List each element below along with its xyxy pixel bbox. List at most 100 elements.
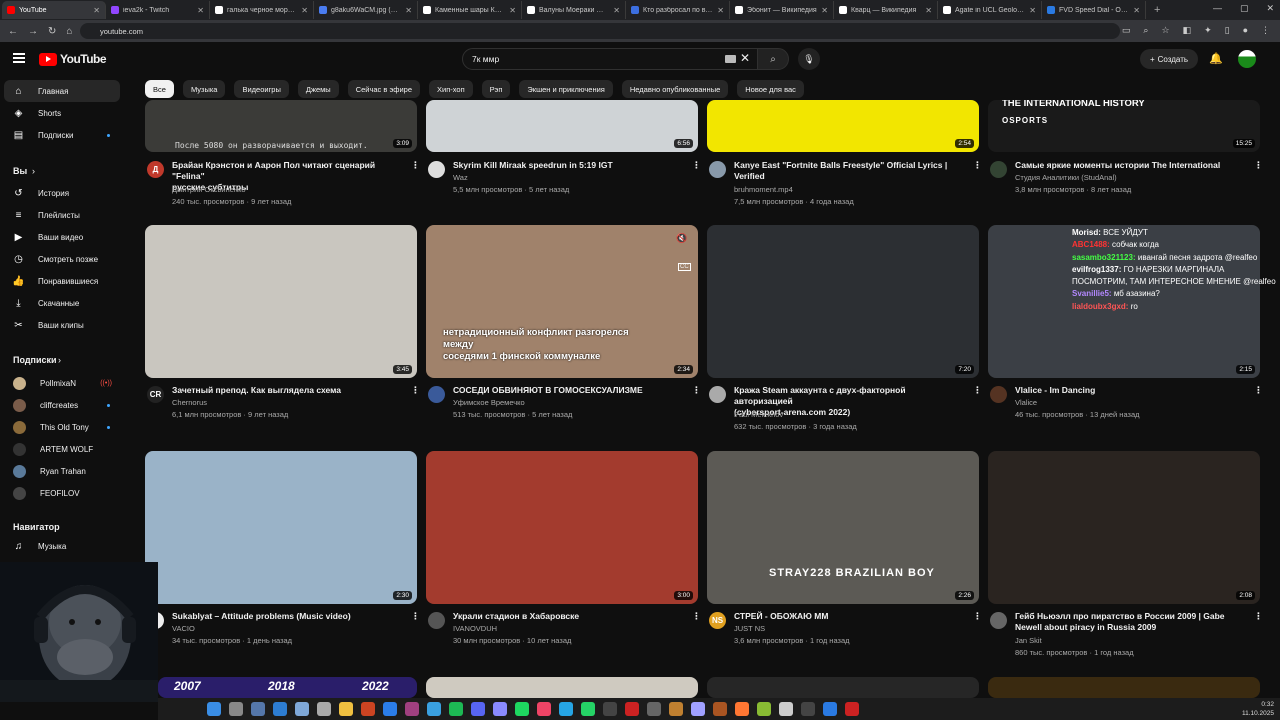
- taskbar-app-icon[interactable]: [603, 702, 617, 716]
- taskbar-app-icon[interactable]: [405, 702, 419, 716]
- more-options-icon[interactable]: ⋮: [411, 611, 420, 622]
- sidebar-subscription[interactable]: cliffcreates: [4, 394, 120, 416]
- clear-search-icon[interactable]: ✕: [740, 51, 750, 65]
- filter-chip[interactable]: Все: [145, 80, 174, 98]
- video-title[interactable]: Украли стадион в Хабаровске: [453, 611, 685, 622]
- sidebar-subscription[interactable]: Ryan Trahan: [4, 460, 120, 482]
- video-thumbnail[interactable]: 2007 2018 2022: [158, 677, 417, 698]
- taskbar-app-icon[interactable]: [383, 702, 397, 716]
- new-tab-icon[interactable]: +: [1154, 4, 1160, 16]
- video-thumbnail[interactable]: 3:45: [145, 225, 417, 378]
- back-icon[interactable]: ←: [8, 26, 18, 37]
- browser-menu-icon[interactable]: ⋮: [1261, 25, 1270, 36]
- create-button[interactable]: + Создать: [1140, 49, 1198, 69]
- minimize-icon[interactable]: —: [1213, 3, 1222, 14]
- taskbar-app-icon[interactable]: [801, 702, 815, 716]
- taskbar-app-icon[interactable]: [427, 702, 441, 716]
- hamburger-menu-icon[interactable]: [13, 53, 25, 63]
- zoom-icon[interactable]: ⌕: [1143, 25, 1148, 36]
- sidebar-subscription[interactable]: ARTEM WOLF: [4, 438, 120, 460]
- sidebar-subscription[interactable]: This Old Tony: [4, 416, 120, 438]
- sidebar-item[interactable]: ≡ Плейлисты: [4, 204, 120, 226]
- bookmark-star-icon[interactable]: ☆: [1161, 25, 1169, 36]
- tab-close-icon[interactable]: ✕: [613, 6, 620, 15]
- filter-chip[interactable]: Новое для вас: [737, 80, 804, 98]
- browser-tab[interactable]: FVD Speed Dial - Основ ✕: [1042, 1, 1146, 19]
- extensions-puzzle-icon[interactable]: ✦: [1204, 25, 1212, 36]
- more-options-icon[interactable]: ⋮: [692, 611, 701, 622]
- profile-icon[interactable]: ●: [1243, 25, 1248, 36]
- video-thumbnail[interactable]: 6:56: [426, 100, 698, 152]
- channel-avatar[interactable]: [990, 161, 1007, 178]
- search-button[interactable]: ⌕: [757, 48, 789, 70]
- sidebar-item[interactable]: ↺ История: [4, 182, 120, 204]
- browser-tab[interactable]: галька черное море - П ✕: [210, 1, 314, 19]
- channel-name[interactable]: Vlalice: [1015, 398, 1037, 407]
- taskbar-app-icon[interactable]: [317, 702, 331, 716]
- channel-avatar[interactable]: [428, 386, 445, 403]
- taskbar-app-icon[interactable]: [339, 702, 353, 716]
- maximize-icon[interactable]: ▢: [1240, 3, 1249, 14]
- close-window-icon[interactable]: ✕: [1266, 3, 1274, 14]
- video-thumbnail[interactable]: 2:30: [145, 451, 417, 604]
- tab-close-icon[interactable]: ✕: [93, 6, 100, 15]
- sidebar-section-you[interactable]: Вы: [13, 166, 27, 176]
- extension-icon[interactable]: ◧: [1183, 25, 1192, 36]
- channel-avatar[interactable]: CR: [147, 386, 164, 403]
- video-thumbnail[interactable]: [988, 677, 1260, 698]
- channel-name[interactable]: Уфимское Времечко: [453, 398, 525, 407]
- browser-tab[interactable]: Валуны Моераки — Вики ✕: [522, 1, 626, 19]
- browser-tab[interactable]: g8aku6WaCM.jpg (1280× ✕: [314, 1, 418, 19]
- more-options-icon[interactable]: ⋮: [1254, 385, 1263, 396]
- filter-chip[interactable]: Сейчас в эфире: [347, 80, 420, 98]
- address-bar[interactable]: youtube.com: [80, 23, 1120, 39]
- taskbar-app-icon[interactable]: [471, 702, 485, 716]
- browser-tab[interactable]: Каменные шары Коста-Р✕: [418, 1, 522, 19]
- tab-close-icon[interactable]: ✕: [509, 6, 516, 15]
- more-options-icon[interactable]: ⋮: [411, 385, 420, 396]
- taskbar-app-icon[interactable]: [207, 702, 221, 716]
- account-avatar[interactable]: [1238, 50, 1256, 68]
- sidepanel-icon[interactable]: ▯: [1225, 25, 1230, 36]
- filter-chip[interactable]: Рэп: [481, 80, 511, 98]
- channel-avatar[interactable]: [990, 386, 1007, 403]
- browser-tab[interactable]: Кто разбросал по всему ✕: [626, 1, 730, 19]
- taskbar-app-icon[interactable]: [779, 702, 793, 716]
- notifications-bell-icon[interactable]: 🔔: [1209, 52, 1223, 65]
- taskbar-app-icon[interactable]: [735, 702, 749, 716]
- taskbar-app-icon[interactable]: [691, 702, 705, 716]
- filter-chip[interactable]: Хип-хоп: [429, 80, 473, 98]
- tab-close-icon[interactable]: ✕: [301, 6, 308, 15]
- video-title[interactable]: СТРЕЙ - ОБОЖАЮ ММ: [734, 611, 966, 622]
- channel-name[interactable]: Студия Аналитики (StudAnal): [1015, 173, 1117, 182]
- more-options-icon[interactable]: ⋮: [973, 160, 982, 171]
- video-thumbnail[interactable]: [426, 677, 698, 698]
- tab-close-icon[interactable]: ✕: [925, 6, 932, 15]
- sidebar-section-subscriptions[interactable]: Подписки: [13, 355, 57, 365]
- taskbar-app-icon[interactable]: [625, 702, 639, 716]
- taskbar-app-icon[interactable]: [449, 702, 463, 716]
- taskbar-app-icon[interactable]: [559, 702, 573, 716]
- taskbar-app-icon[interactable]: [273, 702, 287, 716]
- cast-icon[interactable]: ▭: [1122, 25, 1131, 36]
- channel-avatar[interactable]: [709, 386, 726, 403]
- taskbar-app-icon[interactable]: [581, 702, 595, 716]
- taskbar-app-icon[interactable]: [229, 702, 243, 716]
- subtitles-icon[interactable]: CC: [678, 263, 691, 271]
- filter-chip[interactable]: Музыка: [182, 80, 226, 98]
- more-options-icon[interactable]: ⋮: [973, 385, 982, 396]
- taskbar-app-icon[interactable]: [361, 702, 375, 716]
- channel-name[interactable]: Waz: [453, 173, 468, 182]
- tab-close-icon[interactable]: ✕: [405, 6, 412, 15]
- taskbar-app-icon[interactable]: [537, 702, 551, 716]
- tab-close-icon[interactable]: ✕: [1133, 6, 1140, 15]
- channel-avatar[interactable]: Д: [147, 161, 164, 178]
- more-options-icon[interactable]: ⋮: [973, 611, 982, 622]
- video-title[interactable]: Sukablyat – Attitude problems (Music vid…: [172, 611, 404, 622]
- filter-chip[interactable]: Недавно опубликованные: [621, 80, 729, 98]
- sidebar-item[interactable]: ♫ Музыка: [4, 535, 120, 557]
- sidebar-subscription[interactable]: FEOFILOV: [4, 482, 120, 504]
- video-title[interactable]: Vlalice - Im Dancing: [1015, 385, 1247, 396]
- tab-close-icon[interactable]: ✕: [1029, 6, 1036, 15]
- video-thumbnail[interactable]: 2:54: [707, 100, 979, 152]
